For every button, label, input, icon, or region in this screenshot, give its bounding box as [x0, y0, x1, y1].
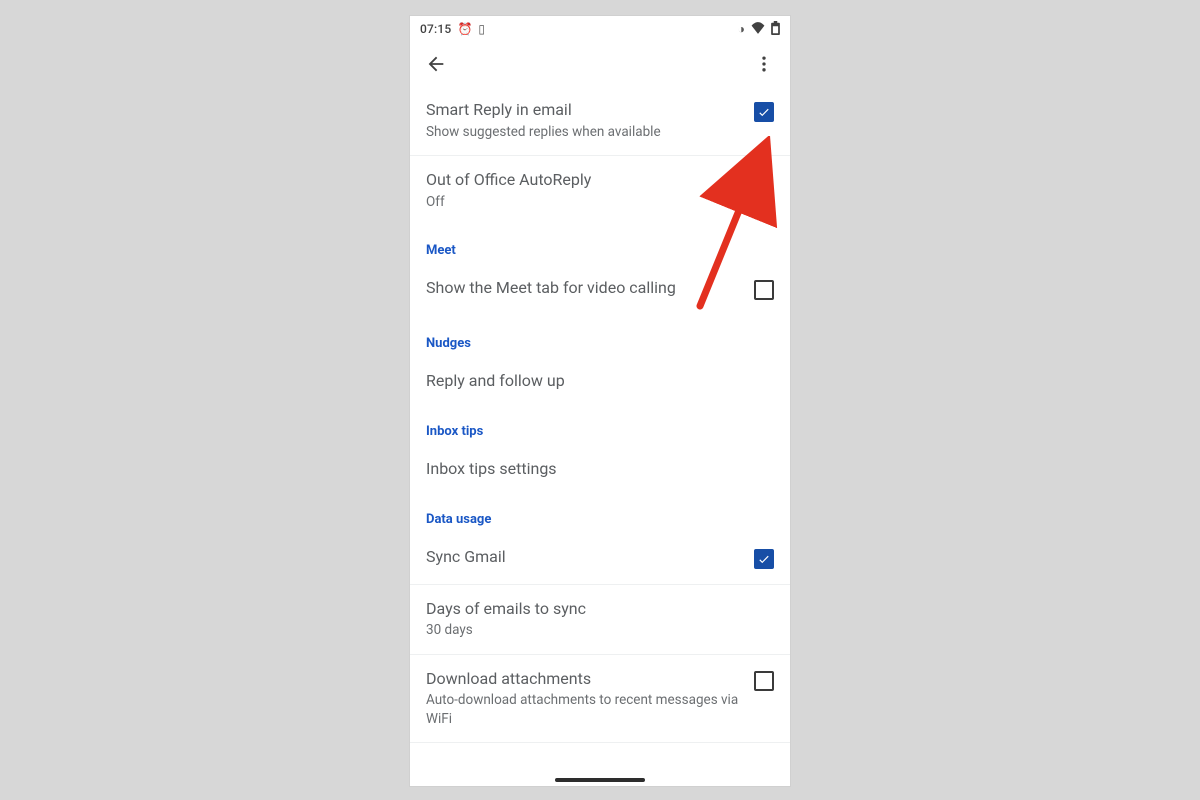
row-title: Days of emails to sync	[426, 599, 774, 620]
status-bar: 07:15 ⏰ ▯ ◑	[410, 16, 790, 42]
back-button[interactable]	[416, 44, 456, 84]
app-bar	[410, 42, 790, 86]
section-header-meet: Meet	[410, 225, 790, 264]
row-meet-tab[interactable]: Show the Meet tab for video calling	[410, 264, 790, 318]
row-title: Sync Gmail	[426, 547, 744, 568]
row-title: Smart Reply in email	[426, 100, 744, 121]
row-subtitle: Off	[426, 193, 774, 211]
row-subtitle: 30 days	[426, 621, 774, 639]
checkbox-meet-tab[interactable]	[754, 280, 774, 300]
dnd-icon: ◑	[738, 23, 745, 35]
row-title: Out of Office AutoReply	[426, 170, 774, 191]
row-title: Show the Meet tab for video calling	[426, 278, 744, 299]
row-nudges[interactable]: Reply and follow up	[410, 357, 790, 406]
phone-frame: 07:15 ⏰ ▯ ◑ Smart Reply in email	[410, 16, 790, 786]
row-inbox-tips[interactable]: Inbox tips settings	[410, 445, 790, 494]
section-header-nudges: Nudges	[410, 318, 790, 357]
section-header-data-usage: Data usage	[410, 494, 790, 533]
checkbox-download-attachments[interactable]	[754, 671, 774, 691]
status-time: 07:15	[420, 22, 451, 36]
row-download-attachments[interactable]: Download attachments Auto-download attac…	[410, 655, 790, 743]
row-title: Reply and follow up	[426, 371, 774, 392]
row-subtitle: Auto-download attachments to recent mess…	[426, 691, 744, 727]
row-out-of-office[interactable]: Out of Office AutoReply Off	[410, 156, 790, 225]
checkbox-smart-reply[interactable]	[754, 102, 774, 122]
row-sync-gmail[interactable]: Sync Gmail	[410, 533, 790, 585]
device-icon: ▯	[478, 23, 485, 35]
alarm-icon: ⏰	[457, 23, 472, 35]
settings-list: Smart Reply in email Show suggested repl…	[410, 86, 790, 743]
home-indicator	[555, 778, 645, 782]
wifi-icon	[751, 22, 765, 36]
row-title: Inbox tips settings	[426, 459, 774, 480]
row-days-sync[interactable]: Days of emails to sync 30 days	[410, 585, 790, 655]
checkbox-sync-gmail[interactable]	[754, 549, 774, 569]
row-smart-reply[interactable]: Smart Reply in email Show suggested repl…	[410, 86, 790, 156]
overflow-menu-button[interactable]	[744, 44, 784, 84]
row-title: Download attachments	[426, 669, 744, 690]
battery-icon	[771, 21, 780, 37]
section-header-inbox-tips: Inbox tips	[410, 406, 790, 445]
row-subtitle: Show suggested replies when available	[426, 123, 744, 141]
